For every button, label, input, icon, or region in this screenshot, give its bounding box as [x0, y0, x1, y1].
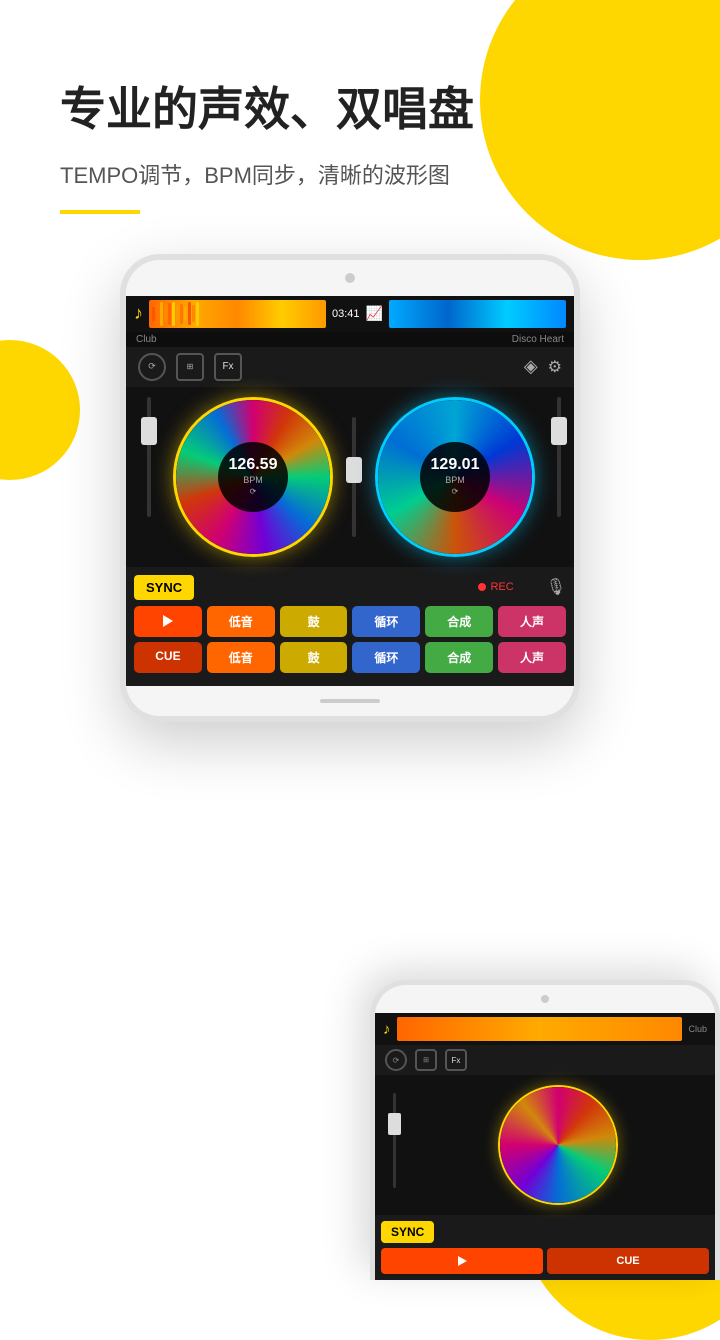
- phone-top-bar: [126, 260, 574, 296]
- vocal-button-2[interactable]: 人声: [498, 642, 566, 673]
- pitch-icon-right: ⟳: [452, 487, 459, 496]
- bpm-value-left: 126.59: [229, 457, 278, 473]
- phone-side-right: [576, 360, 580, 410]
- second-phone-container: ♪ Club ⟳ ⊞ Fx: [370, 980, 720, 1280]
- waveform-right: [389, 300, 566, 328]
- dj2-fader-track: [393, 1093, 396, 1188]
- volume-up-button: [120, 340, 124, 376]
- bpm-label-right: BPM: [445, 475, 465, 485]
- right-turntable[interactable]: 129.01 BPM ⟳: [375, 397, 535, 557]
- track-left-name: Club: [136, 334, 157, 345]
- dj2-turntable[interactable]: [498, 1085, 618, 1205]
- dj-app-screen: ♪: [126, 296, 574, 686]
- bass-button-2[interactable]: 低音: [207, 642, 275, 673]
- right-turntable-container: 129.01 BPM ⟳: [366, 397, 544, 557]
- dj2-sync-row: SYNC: [381, 1221, 709, 1243]
- music-note-2: ♪: [383, 1021, 391, 1038]
- left-turntable[interactable]: 126.59 BPM ⟳: [173, 397, 333, 557]
- diamond-icon[interactable]: ◈: [524, 356, 538, 377]
- rec-indicator: [478, 583, 486, 591]
- dj2-cue-button[interactable]: CUE: [547, 1248, 709, 1274]
- right-fader-track: [557, 397, 561, 517]
- sync-button[interactable]: SYNC: [134, 575, 194, 600]
- dj2-sync-button[interactable]: SYNC: [381, 1221, 434, 1243]
- dj2-play-button[interactable]: [381, 1248, 543, 1274]
- phone2-top-bar: [375, 985, 715, 1013]
- dj2-play-icon: [458, 1256, 467, 1266]
- sync-rec-row: SYNC REC 🎙: [134, 575, 566, 600]
- play-button[interactable]: [134, 606, 202, 637]
- effect-row-2: CUE 低音 鼓 循环 合成 人声: [134, 642, 566, 673]
- dj2-turntable-wrapper: [409, 1085, 707, 1205]
- vocal-button-1[interactable]: 人声: [498, 606, 566, 637]
- power-button: [576, 360, 580, 410]
- synth-button-1[interactable]: 合成: [425, 606, 493, 637]
- track-right-name: Disco Heart: [512, 334, 564, 345]
- heartbeat-icon: 📈: [366, 305, 383, 322]
- volume-down-button: [120, 386, 124, 422]
- bpm-value-right: 129.01: [431, 457, 480, 473]
- turntable-center-right: 129.01 BPM ⟳: [420, 442, 490, 512]
- dj2-eq-btn[interactable]: ⊞: [415, 1049, 437, 1071]
- center-crossfader[interactable]: [342, 417, 366, 537]
- dj2-fader[interactable]: [383, 1085, 405, 1205]
- left-fader-handle[interactable]: [141, 417, 157, 445]
- phone-main: ♪: [120, 254, 580, 722]
- effect-row-1: 低音 鼓 循环 合成 人声: [134, 606, 566, 637]
- dj2-turntable-area: [375, 1075, 715, 1215]
- right-fader-handle[interactable]: [551, 417, 567, 445]
- dj2-bottom-controls: SYNC CUE: [375, 1215, 715, 1280]
- loop-button-2[interactable]: 循环: [352, 642, 420, 673]
- waveform-2: [397, 1017, 683, 1041]
- phone-mockup-container: ♪: [0, 254, 720, 722]
- home-indicator: [320, 699, 380, 703]
- dj-screen-2: ♪ Club ⟳ ⊞ Fx: [375, 1013, 715, 1280]
- dj2-fx-btn[interactable]: Fx: [445, 1049, 467, 1071]
- cue-button[interactable]: CUE: [134, 642, 202, 673]
- subtitle: TEMPO调节，BPM同步，清晰的波形图: [60, 158, 660, 190]
- bpm-label-left: BPM: [243, 475, 263, 485]
- bass-button-1[interactable]: 低音: [207, 606, 275, 637]
- turntable-center-left: 126.59 BPM ⟳: [218, 442, 288, 512]
- fx-button[interactable]: Fx: [214, 353, 242, 381]
- dj2-controls-row: ⟳ ⊞ Fx: [375, 1045, 715, 1075]
- loop-button[interactable]: ⟳: [138, 353, 166, 381]
- dj2-effect-row: CUE: [381, 1248, 709, 1274]
- track-name-2: Club: [688, 1024, 707, 1034]
- dj2-turntable-color: [500, 1087, 616, 1203]
- second-phone: ♪ Club ⟳ ⊞ Fx: [370, 980, 720, 1280]
- phone-camera: [345, 273, 355, 283]
- right-fader[interactable]: [544, 397, 574, 557]
- pitch-icon-left: ⟳: [250, 487, 257, 496]
- loop-button-1[interactable]: 循环: [352, 606, 420, 637]
- left-fader-track: [147, 397, 151, 517]
- header-section: 专业的声效、双唱盘 TEMPO调节，BPM同步，清晰的波形图: [0, 0, 720, 234]
- microphone-icon[interactable]: 🎙: [546, 577, 566, 597]
- main-title: 专业的声效、双唱盘: [60, 80, 660, 140]
- dj2-header: ♪ Club: [375, 1013, 715, 1045]
- settings-icon[interactable]: ⚙: [548, 357, 562, 377]
- center-fader-handle[interactable]: [346, 457, 362, 483]
- left-fader[interactable]: [134, 397, 164, 557]
- waveform-left: [149, 300, 326, 328]
- eq-button[interactable]: ⊞: [176, 353, 204, 381]
- left-turntable-container: 126.59 BPM ⟳: [164, 397, 342, 557]
- phone2-camera: [541, 995, 549, 1003]
- rec-button[interactable]: REC: [478, 581, 513, 593]
- dj2-fader-handle[interactable]: [388, 1113, 401, 1135]
- drum-button-2[interactable]: 鼓: [280, 642, 348, 673]
- center-fader-track: [352, 417, 356, 537]
- synth-button-2[interactable]: 合成: [425, 642, 493, 673]
- bottom-controls: SYNC REC 🎙 低音 鼓 循环: [126, 567, 574, 686]
- turntable-area: 126.59 BPM ⟳: [126, 387, 574, 567]
- drum-button-1[interactable]: 鼓: [280, 606, 348, 637]
- play-icon: [163, 615, 173, 627]
- phone-bottom-bar: [126, 686, 574, 716]
- phone-side-buttons: [120, 340, 124, 422]
- controls-row: ⟳ ⊞ Fx ◈ ⚙: [126, 347, 574, 387]
- yellow-divider: [60, 210, 140, 214]
- track-time: 03:41: [332, 308, 360, 320]
- music-note-icon: ♪: [134, 303, 143, 324]
- dj2-loop-btn[interactable]: ⟳: [385, 1049, 407, 1071]
